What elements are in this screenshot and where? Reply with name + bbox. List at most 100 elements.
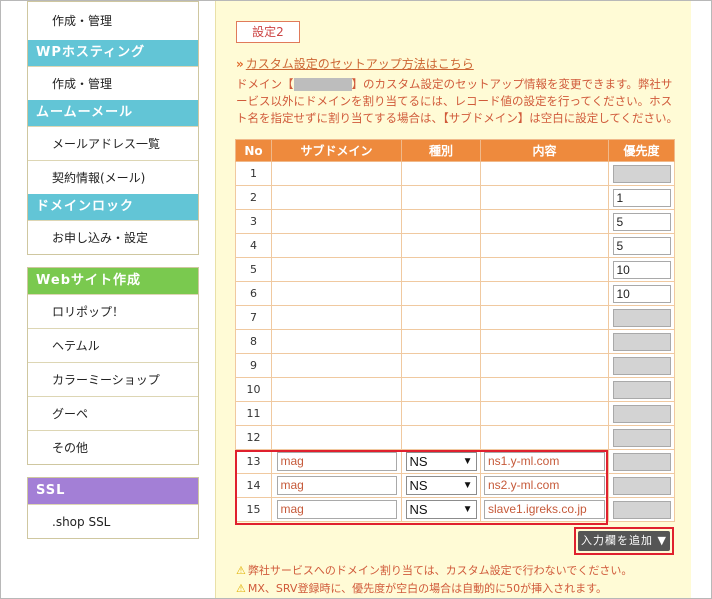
priority-cell: 10	[608, 281, 675, 306]
row-number: 6	[235, 281, 272, 306]
priority-cell: 5	[608, 209, 675, 234]
subdomain-input[interactable]: mag	[276, 476, 397, 495]
content-cell: ns1.y-ml.com	[480, 449, 609, 474]
subdomain-cell: mag	[271, 449, 402, 474]
masked-subdomain-cell	[271, 281, 402, 306]
priority-input[interactable]	[612, 332, 671, 351]
table-row: 11	[235, 401, 675, 426]
masked-type-cell	[401, 377, 481, 402]
priority-input[interactable]	[612, 164, 671, 183]
column-header-priority: 優先度	[608, 139, 675, 162]
sidebar-heading-wp-hosting: WPホスティング	[28, 40, 198, 66]
sidebar-heading-ssl: SSL	[28, 478, 198, 504]
priority-input[interactable]	[612, 452, 671, 471]
type-cell: NS ▼	[401, 449, 481, 474]
add-row-button[interactable]: 入力欄を追加 ▼	[578, 531, 670, 551]
table-row: 10	[235, 377, 675, 402]
priority-cell	[608, 401, 675, 426]
priority-input[interactable]	[612, 500, 671, 519]
warning-icon: ⚠	[236, 564, 246, 577]
masked-type-cell	[401, 209, 481, 234]
table-row: 12	[235, 425, 675, 450]
priority-input[interactable]	[612, 380, 671, 399]
sidebar-item-shop-ssl[interactable]: .shop SSL	[28, 504, 198, 538]
content-input[interactable]: ns2.y-ml.com	[484, 476, 605, 495]
sidebar-heading-domain-lock: ドメインロック	[28, 194, 198, 220]
sidebar-item-heteml[interactable]: ヘテムル	[28, 328, 198, 362]
setup-guide-link[interactable]: » カスタム設定のセットアップ方法はこちら	[236, 55, 474, 72]
row-number: 10	[235, 377, 272, 402]
sidebar-item-wp-manage[interactable]: 作成・管理	[28, 66, 198, 100]
chevron-down-icon: ▼	[462, 504, 473, 515]
priority-input[interactable]: 10	[612, 284, 671, 303]
type-cell: NS ▼	[401, 497, 481, 522]
masked-content-cell	[480, 425, 609, 450]
masked-type-cell	[401, 401, 481, 426]
masked-type-cell	[401, 281, 481, 306]
content-input[interactable]: ns1.y-ml.com	[484, 452, 605, 471]
subdomain-input[interactable]: mag	[276, 452, 397, 471]
record-type-select[interactable]: NS ▼	[405, 476, 477, 495]
table-row: 35	[235, 209, 675, 234]
priority-input[interactable]	[612, 404, 671, 423]
record-type-select[interactable]: NS ▼	[405, 452, 477, 471]
masked-content-cell	[480, 209, 609, 234]
priority-input[interactable]: 10	[612, 260, 671, 279]
sidebar-item-other[interactable]: その他	[28, 430, 198, 464]
dns-records-table: No サブドメイン 種別 内容 優先度 1 2 1 3 5 4 5 5 10 6 10 7 8 9 10 11…	[235, 139, 675, 522]
sidebar-item-mail-contract[interactable]: 契約情報(メール)	[28, 160, 198, 194]
masked-subdomain-cell	[271, 161, 402, 186]
row-number: 5	[235, 257, 272, 282]
priority-input[interactable]: 5	[612, 236, 671, 255]
priority-cell	[608, 161, 675, 186]
sidebar-item-colorme[interactable]: カラーミーショップ	[28, 362, 198, 396]
sidebar-item-mail-address-list[interactable]: メールアドレス一覧	[28, 126, 198, 160]
record-type-value: NS	[409, 454, 428, 469]
priority-input[interactable]: 1	[612, 188, 671, 207]
screenshot-frame: 作成・管理 WPホスティング 作成・管理 ムームーメール メールアドレス一覧 契…	[0, 0, 712, 599]
masked-subdomain-cell	[271, 353, 402, 378]
masked-subdomain-cell	[271, 425, 402, 450]
priority-input[interactable]	[612, 476, 671, 495]
warning-note-text: 弊社サービスへのドメイン割り当ては、カスタム設定で行わないでください。	[247, 564, 633, 577]
content-input[interactable]: slave1.igreks.co.jp	[484, 500, 605, 519]
masked-content-cell	[480, 377, 609, 402]
description-prefix: ドメイン【	[236, 77, 294, 91]
row-number: 2	[235, 185, 272, 210]
column-header-subdomain: サブドメイン	[271, 139, 402, 162]
sidebar-item-domain-manage[interactable]: 作成・管理	[28, 2, 198, 40]
sidebar-item-lolipop[interactable]: ロリポップ！	[28, 294, 198, 328]
priority-input[interactable]	[612, 308, 671, 327]
masked-subdomain-cell	[271, 377, 402, 402]
row-number: 11	[235, 401, 272, 426]
masked-content-cell	[480, 281, 609, 306]
table-row: 13 mag NS ▼ ns1.y-ml.com	[235, 449, 675, 474]
priority-input[interactable]: 5	[612, 212, 671, 231]
subdomain-input[interactable]: mag	[276, 500, 397, 519]
sidebar-item-goope[interactable]: グーペ	[28, 396, 198, 430]
masked-content-cell	[480, 329, 609, 354]
table-row: 21	[235, 185, 675, 210]
sidebar-item-domain-lock-apply[interactable]: お申し込み・設定	[28, 220, 198, 254]
table-header-row: No サブドメイン 種別 内容 優先度	[235, 139, 675, 162]
masked-content-cell	[480, 233, 609, 258]
row-number: 7	[235, 305, 272, 330]
masked-domain-name	[293, 78, 352, 91]
warning-icon: ⚠	[236, 582, 246, 595]
priority-input[interactable]	[612, 428, 671, 447]
priority-cell	[608, 305, 675, 330]
column-header-no: No	[235, 139, 272, 162]
masked-type-cell	[401, 329, 481, 354]
column-header-content: 内容	[480, 139, 609, 162]
warning-note: ⚠ MX、SRV登録時に、優先度が空白の場合は自動的に50が挿入されます。	[236, 580, 607, 596]
column-header-type: 種別	[401, 139, 481, 162]
row-number: 4	[235, 233, 272, 258]
table-row: 1	[235, 161, 675, 186]
table-row: 15 mag NS ▼ slave1.igreks.co.jp	[235, 497, 675, 522]
record-type-select[interactable]: NS ▼	[405, 500, 477, 519]
tab-settings-2[interactable]: 設定2	[236, 21, 300, 43]
masked-subdomain-cell	[271, 401, 402, 426]
row-number: 1	[235, 161, 272, 186]
masked-content-cell	[480, 257, 609, 282]
priority-input[interactable]	[612, 356, 671, 375]
